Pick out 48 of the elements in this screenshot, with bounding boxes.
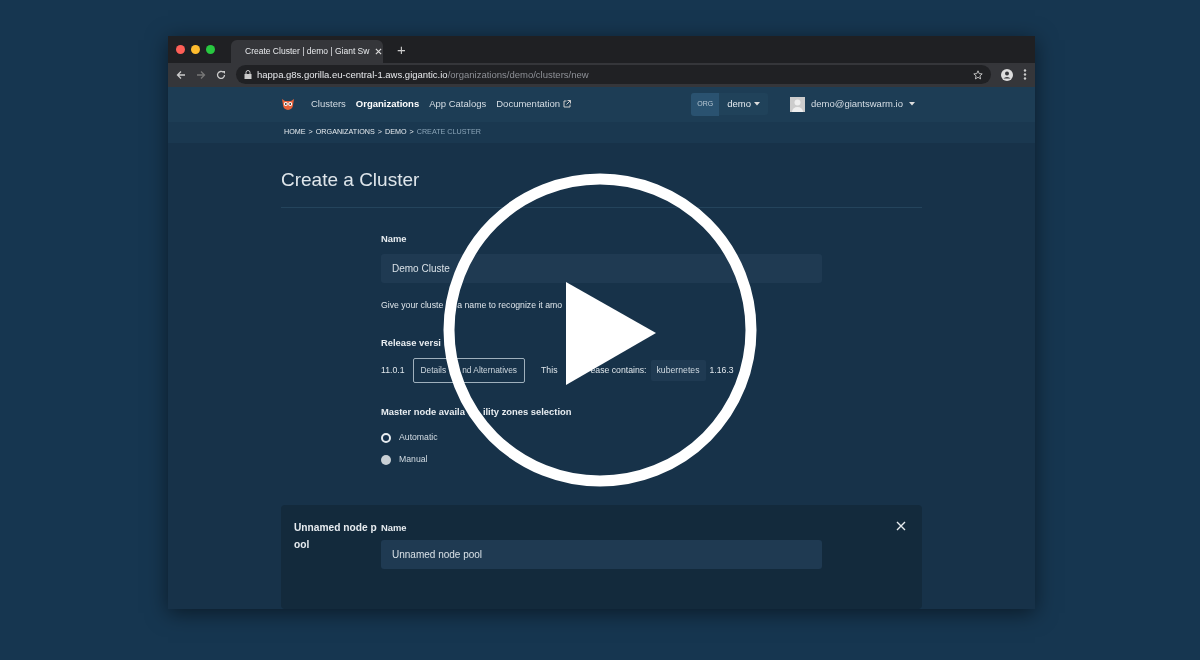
field-label: ility zones selection — [482, 404, 572, 419]
avatar-icon[interactable] — [790, 96, 805, 112]
browser-tab[interactable]: Create Cluster | demo | Giant Sw — [231, 39, 383, 63]
component-tag: kubernetes — [650, 360, 706, 382]
organization-name: demo — [727, 97, 751, 112]
nav-link[interactable]: App Catalogs — [429, 97, 487, 112]
radio-option[interactable]: Manual — [381, 449, 822, 471]
external-link-icon[interactable] — [563, 100, 572, 109]
lock-icon — [244, 70, 252, 80]
radio-button[interactable] — [381, 455, 391, 465]
caret-icon — [754, 102, 760, 107]
user-menu[interactable]: demo@giantswarm.io — [811, 97, 903, 112]
nav-link[interactable]: Documentation — [496, 97, 561, 112]
tab-title: Create Cluster | demo | Giant Sw — [245, 44, 370, 58]
field-label: Master node availa — [381, 404, 465, 419]
field-label: Release versi — [381, 336, 441, 351]
caret-icon — [909, 102, 915, 107]
nav-link[interactable]: Organizations — [355, 97, 420, 112]
close-window-icon[interactable] — [176, 44, 185, 54]
radio-option[interactable]: Automatic — [381, 427, 822, 449]
help-text: a name to recognize it amo — [457, 299, 563, 313]
close-tab-icon[interactable] — [375, 47, 383, 55]
radio-label: Automatic — [399, 431, 438, 445]
details-button[interactable]: Details nd Alternatives — [412, 358, 526, 383]
cluster-name-field[interactable]: Demo Cluste — [381, 254, 822, 284]
node-pool-name-field[interactable]: Unnamed node pool — [381, 540, 822, 569]
field-label: Name — [381, 232, 408, 246]
account-icon[interactable] — [1001, 68, 1013, 81]
help-text: Give your cluste — [381, 299, 444, 313]
minimize-window-icon[interactable] — [191, 44, 200, 54]
field-label: Name — [381, 521, 408, 535]
maximize-window-icon[interactable] — [206, 44, 215, 54]
back-icon[interactable] — [176, 69, 186, 80]
nav-link[interactable]: Clusters — [311, 97, 346, 112]
component-version: 1.16.3 — [709, 364, 734, 378]
reload-icon[interactable] — [216, 69, 226, 80]
close-icon[interactable] — [896, 521, 906, 531]
node-pool-title: Unnamed node pool — [294, 521, 378, 552]
menu-icon[interactable] — [1023, 69, 1027, 81]
address-bar[interactable]: happa.g8s.gorilla.eu-central-1.aws.gigantic.io/organizations/demo/clusters/new — [236, 65, 991, 85]
radio-button[interactable] — [381, 433, 391, 443]
new-tab-button[interactable]: + — [391, 41, 412, 57]
url-text: happa.g8s.gorilla.eu-central-1.aws.gigantic.io/organizations/demo/clusters/new — [257, 67, 589, 82]
page-title: Create a Cluster — [281, 169, 922, 208]
owl-logo-icon[interactable] — [281, 98, 295, 111]
release-version: 11.0.1 — [381, 364, 405, 378]
star-icon[interactable] — [973, 69, 983, 80]
radio-label: Manual — [399, 453, 428, 467]
